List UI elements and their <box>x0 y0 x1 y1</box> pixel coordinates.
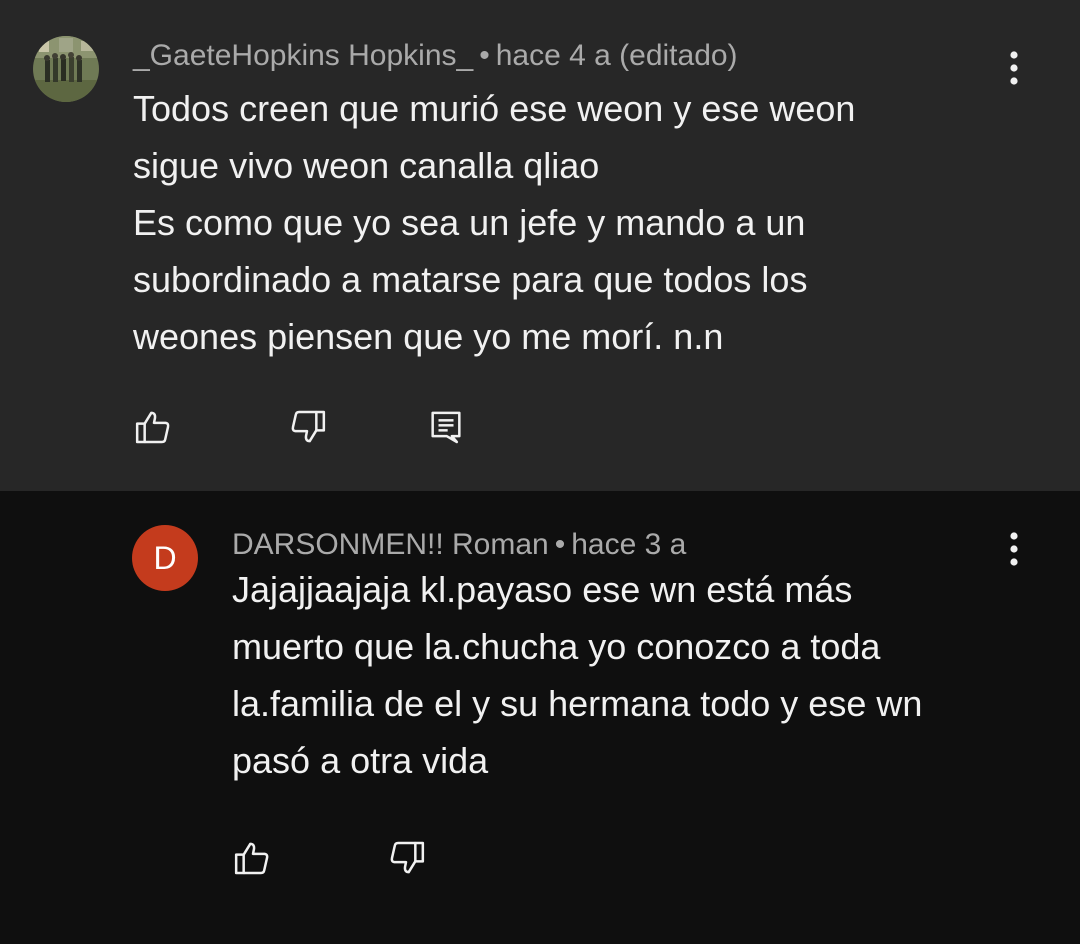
comment-reply: D DARSONMEN!! Roman • hace 3 a Jajajjaajaj… <box>0 491 1080 944</box>
vertical-ellipsis-icon <box>1010 51 1018 85</box>
thumbs-down-icon <box>390 841 425 874</box>
avatar-letter: D <box>132 525 198 591</box>
comment-line: Todos creen que murió ese weon y ese weo… <box>133 88 856 129</box>
comment-author[interactable]: _GaeteHopkins Hopkins_ <box>133 39 473 72</box>
comment-meta: _GaeteHopkins Hopkins_ • hace 4 a (editado… <box>133 38 738 74</box>
comment-line: weones piensen que yo me morí. n.n <box>133 316 724 357</box>
comment-author[interactable]: DARSONMEN!! Roman <box>232 528 549 561</box>
group-photo-avatar-icon <box>33 36 99 102</box>
thumbs-down-icon <box>291 410 326 443</box>
vertical-ellipsis-icon <box>1010 532 1018 566</box>
comment-line: muerto que la.chucha yo conozco a toda <box>232 626 881 667</box>
comment-body: Todos creen que murió ese weon y ese weo… <box>133 80 855 365</box>
comment-line: pasó a otra vida <box>232 740 489 781</box>
like-button[interactable] <box>131 405 175 449</box>
dislike-button[interactable] <box>286 405 330 449</box>
comment-meta: DARSONMEN!! Roman • hace 3 a <box>232 527 686 563</box>
meta-separator: • <box>479 39 490 72</box>
meta-separator: • <box>554 528 566 561</box>
comment-more-button[interactable] <box>994 38 1034 98</box>
user-avatar[interactable] <box>33 36 99 102</box>
comment-line: Jajajjaajaja kl.payaso ese wn está más <box>232 569 853 610</box>
comment-body: Jajajjaajaja kl.payaso ese wn está más m… <box>232 561 922 789</box>
thumbs-up-icon <box>135 411 170 444</box>
thumbs-up-icon <box>234 842 269 875</box>
comment-line: sigue vivo weon canalla qliao <box>133 145 600 186</box>
comment-line: Es como que yo sea un jefe y mando a un <box>133 202 806 243</box>
dislike-button[interactable] <box>385 836 429 880</box>
comment-time[interactable]: hace 4 a (editado) <box>496 39 738 72</box>
like-button[interactable] <box>230 836 274 880</box>
comment-line: subordinado a matarse para que todos los <box>133 259 808 300</box>
user-avatar[interactable]: D <box>132 525 198 591</box>
comment-highlighted: _GaeteHopkins Hopkins_ • hace 4 a (editado… <box>0 0 1080 491</box>
reply-button[interactable] <box>424 405 468 449</box>
comment-line: la.familia de el y su hermana todo y ese… <box>232 683 923 724</box>
comment-time[interactable]: hace 3 a <box>571 528 686 561</box>
reply-comment-icon <box>431 411 461 444</box>
comment-more-button[interactable] <box>994 519 1034 579</box>
